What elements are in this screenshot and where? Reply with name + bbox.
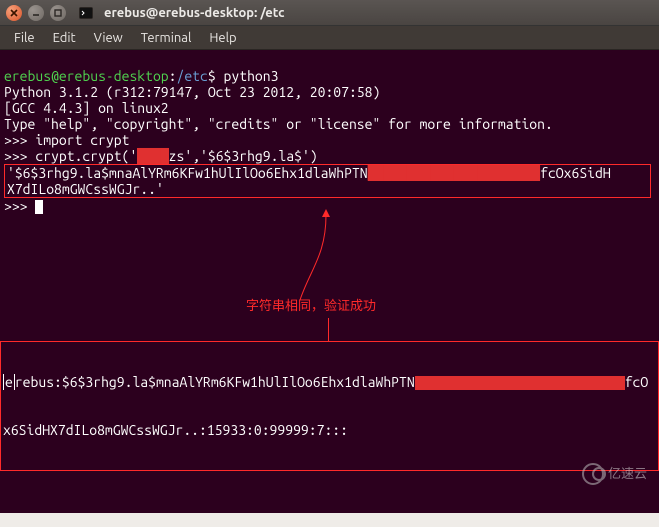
terminal-window: erebus@erebus-desktop: /etc File Edit Vi…	[0, 0, 659, 527]
prompt-path: /etc	[176, 68, 207, 84]
python-banner-line2: [GCC 4.4.3] on linux2	[4, 100, 169, 116]
terminal-icon	[78, 5, 94, 21]
menu-terminal[interactable]: Terminal	[133, 29, 200, 47]
shadow-row1a: rebus:$6$3rhg9.la$mnaAlYRm6KFw1hUlIlOo6E…	[15, 374, 415, 390]
menu-edit[interactable]: Edit	[45, 29, 84, 47]
menu-help[interactable]: Help	[201, 29, 244, 47]
hash-redacted: ██████████████████████	[368, 165, 540, 181]
cmd-python3: python3	[224, 68, 279, 84]
python-prompt: >>>	[4, 148, 28, 164]
close-button[interactable]	[6, 5, 22, 21]
prompt-user: erebus@erebus-desktop	[4, 68, 169, 84]
hash-line2: X7dILo8mGWCssWGJr..'	[7, 181, 164, 197]
cursor	[35, 200, 43, 214]
footer-strip	[0, 513, 659, 527]
window-controls	[6, 5, 66, 21]
minimize-button[interactable]	[28, 5, 44, 21]
hash-part-b: fcOx6SidH	[540, 165, 611, 181]
shadow-row2: x6SidHX7dILo8mGWCssWGJr..:15933:0:99999:…	[3, 422, 656, 438]
shadow-row1: erebus:$6$3rhg9.la$mnaAlYRm6KFw1hUlIlOo6…	[3, 374, 656, 390]
hash-output-box: '$6$3rhg9.la$mnaAlYRm6KFw1hUlIlOo6Ehx1dl…	[4, 164, 651, 198]
titlebar: erebus@erebus-desktop: /etc	[0, 0, 659, 26]
hash-part-a: '$6$3rhg9.la$mnaAlYRm6KFw1hUlIlOo6Ehx1dl…	[7, 165, 368, 181]
menu-view[interactable]: View	[86, 29, 131, 47]
menu-file[interactable]: File	[6, 29, 43, 47]
shadow-row1b: fcO	[625, 374, 649, 390]
cmd-crypt-mid: zs','$6$3rhg9.la$')	[169, 148, 318, 164]
watermark-icon	[582, 463, 604, 485]
shadow-prefix-e: e	[3, 374, 15, 390]
menubar: File Edit View Terminal Help	[0, 26, 659, 50]
python-prompt: >>>	[4, 132, 28, 148]
python-banner-line1: Python 3.1.2 (r312:79147, Oct 23 2012, 2…	[4, 84, 380, 100]
watermark-text: 亿速云	[608, 466, 647, 482]
window-title: erebus@erebus-desktop: /etc	[104, 6, 285, 20]
arrow-up-icon	[322, 209, 330, 217]
prompt-sym: $	[208, 68, 216, 84]
shadow-entry: erebus:$6$3rhg9.la$mnaAlYRm6KFw1hUlIlOo6…	[0, 309, 659, 503]
cmd-import-crypt: import crypt	[35, 132, 129, 148]
watermark: 亿速云	[582, 463, 647, 485]
cmd-crypt-pre: crypt.crypt('	[35, 148, 137, 164]
shadow-entry-box: erebus:$6$3rhg9.la$mnaAlYRm6KFw1hUlIlOo6…	[0, 341, 659, 471]
shadow-redacted	[415, 376, 625, 390]
annotation-curve	[250, 215, 400, 305]
maximize-button[interactable]	[50, 5, 66, 21]
python-prompt: >>>	[4, 198, 28, 214]
redacted-password: ████	[137, 148, 168, 164]
python-banner-line3: Type "help", "copyright", "credits" or "…	[4, 116, 553, 132]
terminal-body[interactable]: erebus@erebus-desktop:/etc$ python3 Pyth…	[0, 50, 659, 527]
